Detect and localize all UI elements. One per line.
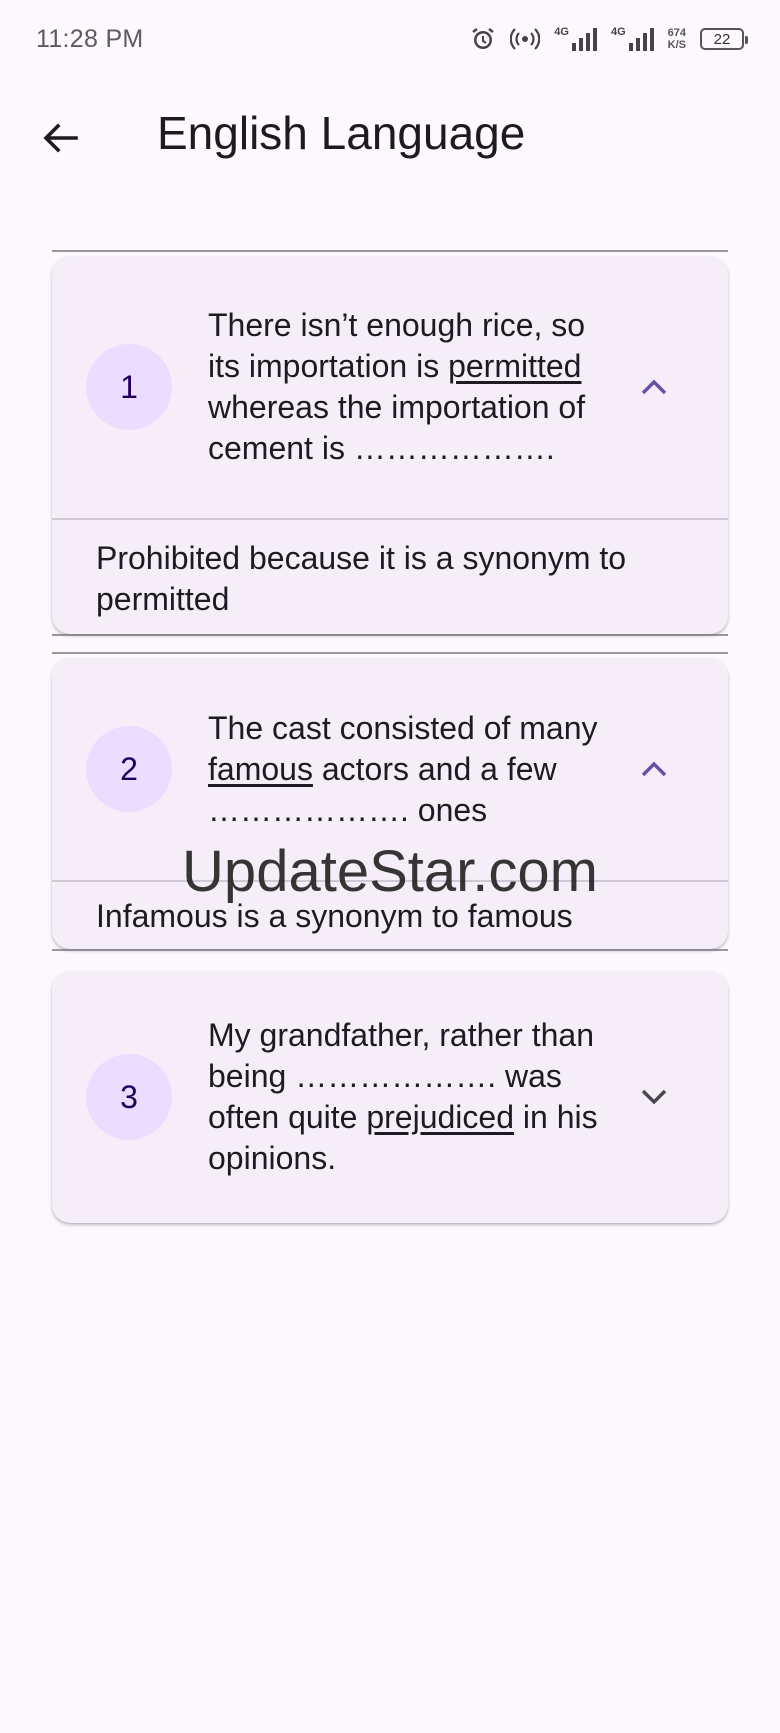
status-bar: 11:28 PM 4G 4G 674 K/S 22	[0, 0, 780, 78]
chevron-down-icon	[641, 1089, 667, 1105]
network-speed-value: 674	[667, 27, 686, 39]
battery-icon: 22	[700, 28, 748, 50]
item-divider	[52, 634, 728, 636]
question-card-1: 1 There isn’t enough rice, so its import…	[52, 256, 728, 634]
item-divider	[52, 652, 728, 654]
question-text: The cast consisted of many famous actors…	[208, 708, 598, 831]
item-divider	[52, 250, 728, 252]
answer-text: Infamous is a synonym to famous	[96, 898, 573, 934]
page-title: English Language	[157, 107, 526, 159]
collapse-button[interactable]	[634, 367, 674, 407]
question-text-part: whereas the importation of cement is …………	[208, 389, 586, 466]
question-number: 1	[120, 368, 138, 405]
network-speed-unit: K/S	[667, 39, 686, 51]
question-text-part: The cast consisted of many	[208, 709, 598, 746]
hotspot-icon	[510, 26, 541, 52]
question-text: My grandfather, rather than being …………………	[208, 1015, 598, 1179]
answer-text: Prohibited because it is a synonym to pe…	[96, 540, 627, 617]
network-speed: 674 K/S	[668, 27, 686, 51]
expand-button[interactable]	[634, 1077, 674, 1117]
status-icons: 4G 4G 674 K/S 22	[470, 26, 748, 52]
underlined-word: famous	[208, 750, 313, 787]
underlined-word: permitted	[448, 348, 582, 384]
question-header-1[interactable]: 1 There isn’t enough rice, so its import…	[52, 256, 728, 518]
alarm-icon	[470, 26, 496, 52]
question-number: 3	[120, 1078, 138, 1115]
app-bar: English Language	[0, 78, 780, 198]
network-type-1: 4G	[554, 26, 569, 38]
status-time: 11:28 PM	[36, 24, 144, 53]
question-number-badge: 1	[86, 344, 172, 430]
question-number: 2	[120, 750, 138, 787]
question-number-badge: 3	[86, 1054, 172, 1140]
question-header-3[interactable]: 3 My grandfather, rather than being ……………	[52, 971, 728, 1223]
arrow-back-icon	[43, 123, 78, 153]
chevron-up-icon	[641, 761, 667, 777]
collapse-button[interactable]	[634, 749, 674, 789]
signal-1-icon: 4G	[554, 27, 597, 51]
signal-2-icon: 4G	[611, 27, 654, 51]
network-type-2: 4G	[610, 26, 626, 38]
question-number-badge: 2	[86, 726, 172, 812]
chevron-up-icon	[641, 379, 667, 395]
item-divider	[52, 949, 728, 951]
question-card-3: 3 My grandfather, rather than being ……………	[52, 971, 728, 1223]
underlined-word: prejudiced	[366, 1099, 514, 1135]
question-header-2[interactable]: 2 The cast consisted of many famous acto…	[52, 658, 728, 880]
back-button[interactable]	[30, 108, 90, 168]
question-text: There isn’t enough rice, so its importat…	[208, 305, 598, 469]
question-card-2: 2 The cast consisted of many famous acto…	[52, 658, 728, 949]
battery-level: 22	[713, 30, 731, 48]
question-list: 1 There isn’t enough rice, so its import…	[52, 250, 728, 1223]
